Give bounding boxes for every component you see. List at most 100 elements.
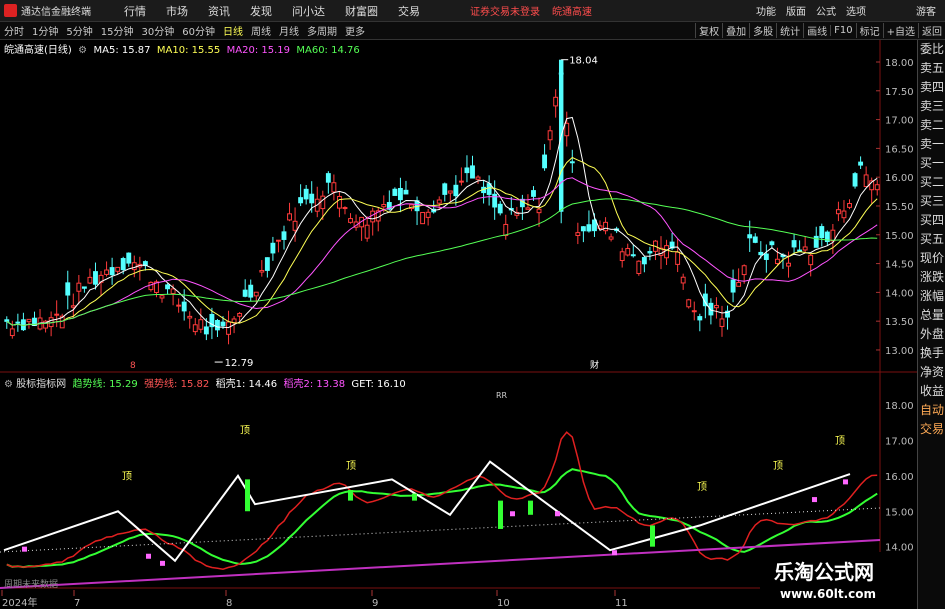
side-item-13[interactable]: 涨幅 <box>918 287 945 306</box>
candlesticks <box>4 59 880 345</box>
candle-body <box>187 315 193 319</box>
candle-body <box>126 252 132 264</box>
y-tick-label: 17.50 <box>885 87 914 98</box>
period-multi[interactable]: 多周期 <box>303 23 341 38</box>
side-item-7[interactable]: 买二 <box>918 173 945 192</box>
ind-y-tick-label: 18.00 <box>885 401 914 412</box>
period-more[interactable]: 更多 <box>341 23 369 38</box>
signal-bar <box>498 500 503 529</box>
moving-averages <box>6 116 878 329</box>
side-item-6[interactable]: 买一 <box>918 154 945 173</box>
btn-adjust[interactable]: 复权 <box>695 23 722 38</box>
side-item-8[interactable]: 买三 <box>918 192 945 211</box>
strong-line <box>6 431 878 570</box>
period-daily[interactable]: 日线 <box>219 23 247 38</box>
side-item-18[interactable]: 收益 <box>918 382 945 401</box>
menu-wealth[interactable]: 财富圈 <box>335 3 388 19</box>
side-item-12[interactable]: 涨跌 <box>918 268 945 287</box>
period-1min[interactable]: 1分钟 <box>28 23 62 38</box>
side-item-0[interactable]: 委比 <box>918 40 945 59</box>
btn-stats[interactable]: 统计 <box>776 23 803 38</box>
candle-body <box>259 269 265 273</box>
candle-body <box>303 188 309 200</box>
side-item-15[interactable]: 外盘 <box>918 325 945 344</box>
signal-bar <box>348 490 353 501</box>
side-item-11[interactable]: 现价 <box>918 249 945 268</box>
menu-ask[interactable]: 问小达 <box>282 3 335 19</box>
event-marker: 8 <box>130 361 136 371</box>
btn-back[interactable]: 返回 <box>918 23 945 38</box>
y-tick-label: 14.00 <box>885 288 914 299</box>
side-item-3[interactable]: 卖三 <box>918 97 945 116</box>
candle-body <box>331 182 337 193</box>
candle-body <box>26 318 32 323</box>
period-60min[interactable]: 60分钟 <box>178 23 219 38</box>
candle-body <box>115 266 121 272</box>
side-item-9[interactable]: 买四 <box>918 211 945 230</box>
candle-body <box>503 223 509 236</box>
x-axis-label: 11 <box>615 598 628 609</box>
candle-body <box>309 193 315 204</box>
y-tick-label: 16.00 <box>885 173 914 184</box>
candle-body <box>852 173 858 187</box>
candle-body <box>841 210 847 219</box>
ding-label: 顶 <box>773 460 783 472</box>
period-timeshare[interactable]: 分时 <box>0 23 28 38</box>
menu-options[interactable]: 选项 <box>841 3 871 18</box>
side-item-5[interactable]: 卖一 <box>918 135 945 154</box>
menu-discover[interactable]: 发现 <box>240 3 282 19</box>
period-15min[interactable]: 15分钟 <box>97 23 138 38</box>
period-5min[interactable]: 5分钟 <box>62 23 96 38</box>
menu-formula[interactable]: 公式 <box>811 3 841 18</box>
menu-function[interactable]: 功能 <box>751 3 781 18</box>
indicator-footer-text: 周期未来数据 <box>4 578 58 590</box>
ma20-line <box>6 177 878 327</box>
side-item-20[interactable]: 交易 <box>918 420 945 439</box>
menu-trade[interactable]: 交易 <box>388 3 430 19</box>
candle-body <box>76 282 82 292</box>
candle-body <box>242 289 248 297</box>
candle-body <box>808 254 814 266</box>
candle-body <box>647 251 653 254</box>
btn-draw[interactable]: 画线 <box>803 23 830 38</box>
candle-body <box>531 190 536 197</box>
candle-body <box>192 324 198 333</box>
y-tick-label: 16.50 <box>885 144 914 155</box>
candle-body <box>714 304 719 309</box>
trade-login-alert[interactable]: 证券交易未登录 <box>464 3 546 18</box>
candle-body <box>181 301 187 312</box>
candle-body <box>719 318 725 327</box>
stock-alert[interactable]: 皖通高速 <box>546 3 598 18</box>
menu-quotes[interactable]: 行情 <box>114 3 156 19</box>
btn-add-favorite[interactable]: +自选 <box>882 23 918 38</box>
side-item-1[interactable]: 卖五 <box>918 59 945 78</box>
candle-body <box>165 284 170 290</box>
candle-body <box>281 231 287 240</box>
menu-market[interactable]: 市场 <box>156 3 198 19</box>
side-item-2[interactable]: 卖四 <box>918 78 945 97</box>
signal-bar <box>650 525 655 547</box>
side-item-10[interactable]: 买五 <box>918 230 945 249</box>
menu-layout[interactable]: 版面 <box>781 3 811 18</box>
user-guest[interactable]: 游客 <box>911 3 941 18</box>
side-item-14[interactable]: 总量 <box>918 306 945 325</box>
side-item-17[interactable]: 净资 <box>918 363 945 382</box>
candle-body <box>336 196 342 209</box>
candle-body <box>564 122 570 137</box>
side-item-4[interactable]: 卖二 <box>918 116 945 135</box>
period-30min[interactable]: 30分钟 <box>137 23 178 38</box>
side-item-16[interactable]: 换手 <box>918 344 945 363</box>
side-item-19[interactable]: 自动 <box>918 401 945 420</box>
btn-overlay[interactable]: 叠加 <box>722 23 749 38</box>
ding-label: 顶 <box>122 470 132 482</box>
btn-multistock[interactable]: 多股 <box>749 23 776 38</box>
chart-area[interactable]: 18.00 17.50 17.00 16.50 16.00 15.50 15.00 14.50… <box>0 40 917 609</box>
candle-body <box>15 321 21 324</box>
period-monthly[interactable]: 月线 <box>275 23 303 38</box>
btn-mark[interactable]: 标记 <box>855 23 883 38</box>
period-weekly[interactable]: 周线 <box>247 23 275 38</box>
menu-news[interactable]: 资讯 <box>198 3 240 19</box>
candle-body <box>625 248 631 256</box>
btn-f10[interactable]: F10 <box>830 25 855 36</box>
candle-body <box>686 299 692 308</box>
